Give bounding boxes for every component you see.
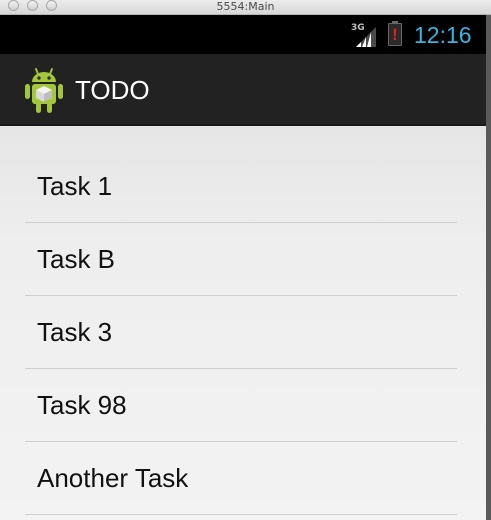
task-label: Task 3 <box>37 317 113 347</box>
emulator-window: 5554:Main 3G ! 12:16 TODO Task 1 Task B … <box>0 0 491 520</box>
battery-alert-icon: ! <box>388 21 402 46</box>
window-title: 5554:Main <box>216 0 275 13</box>
list-item[interactable]: Task 98 <box>25 369 457 442</box>
app-title: TODO <box>75 75 150 105</box>
divider <box>25 514 457 515</box>
android-robot-icon[interactable] <box>23 66 65 114</box>
window-right-edge <box>486 15 491 520</box>
list-item[interactable]: Another Task <box>25 442 457 515</box>
task-label: Task 1 <box>37 171 113 201</box>
list-item[interactable]: Task B <box>25 223 457 296</box>
status-bar: 3G ! 12:16 <box>0 15 486 54</box>
task-list: Task 1 Task B Task 3 Task 98 Another Tas… <box>0 126 486 520</box>
list-item[interactable]: Task 1 <box>25 150 457 223</box>
list-item[interactable]: Task 3 <box>25 296 457 369</box>
status-clock: 12:16 <box>414 22 472 48</box>
task-label: Task B <box>37 244 116 274</box>
signal-bars-icon <box>356 27 376 47</box>
window-title-bar: 5554:Main <box>0 0 491 15</box>
task-label: Task 98 <box>37 390 127 420</box>
action-bar: TODO <box>0 54 486 126</box>
battery-alert-mark: ! <box>392 25 398 44</box>
task-label: Another Task <box>37 463 189 493</box>
